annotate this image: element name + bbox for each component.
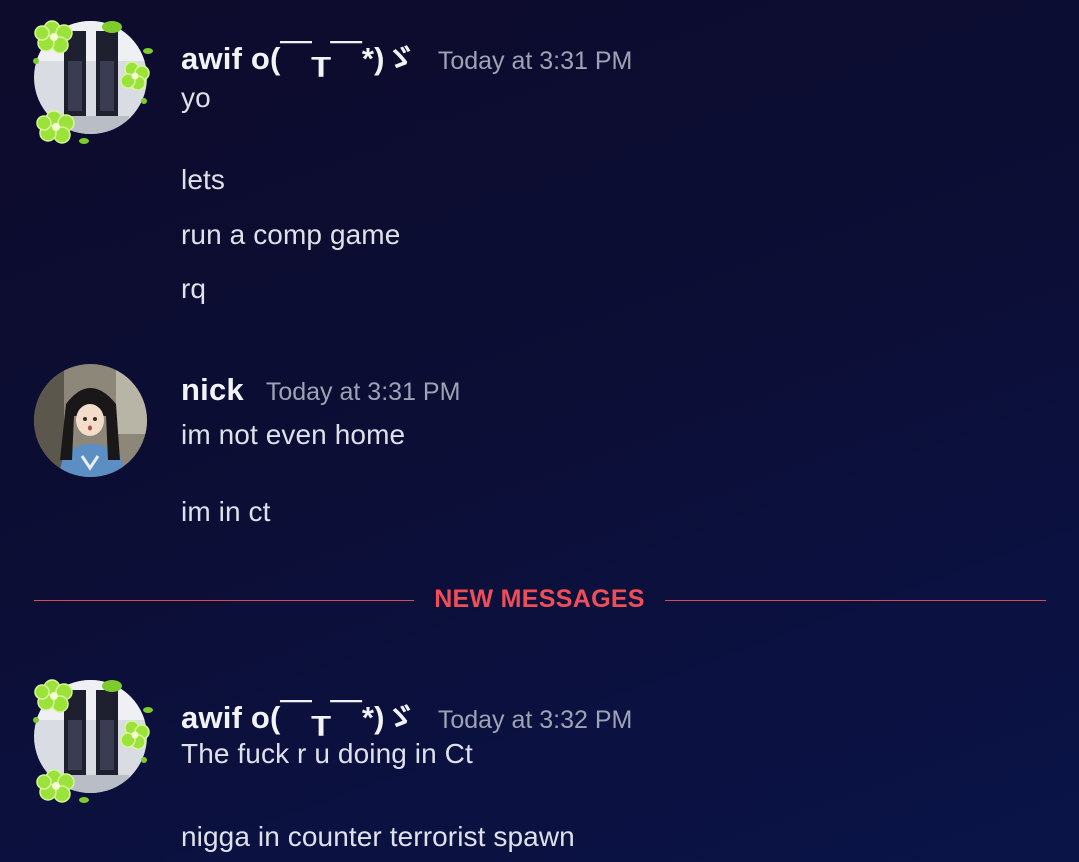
new-messages-divider: NEW MESSAGES bbox=[34, 580, 1046, 620]
username[interactable]: awif o(￣┰￣*)ゞ bbox=[181, 33, 416, 78]
message-group-awif-2: awif o(￣┰￣*)ゞ Today at 3:32 PM The fuck … bbox=[0, 650, 1079, 862]
message-text: run a comp game bbox=[181, 219, 401, 250]
message-text: im in ct bbox=[181, 496, 271, 527]
username[interactable]: nick bbox=[181, 372, 244, 408]
message-group-nick: nick Today at 3:31 PM im not even home i… bbox=[0, 340, 1079, 540]
message-header: awif o(￣┰￣*)ゞ Today at 3:32 PM bbox=[181, 692, 632, 737]
avatar[interactable] bbox=[34, 680, 147, 793]
timestamp[interactable]: Today at 3:32 PM bbox=[438, 706, 633, 735]
message-header: awif o(￣┰￣*)ゞ Today at 3:31 PM bbox=[181, 33, 632, 78]
message-text: nigga in counter terrorist spawn bbox=[181, 821, 575, 852]
timestamp[interactable]: Today at 3:31 PM bbox=[266, 378, 461, 407]
new-messages-label: NEW MESSAGES bbox=[434, 585, 645, 613]
message-text: yo bbox=[181, 82, 211, 113]
avatar[interactable] bbox=[34, 364, 147, 477]
divider-line-left bbox=[34, 600, 414, 601]
timestamp[interactable]: Today at 3:31 PM bbox=[438, 47, 633, 76]
message-text: rq bbox=[181, 273, 207, 304]
message-group-awif-1: awif o(￣┰￣*)ゞ Today at 3:31 PM yo lets r… bbox=[0, 0, 1079, 330]
avatar[interactable] bbox=[34, 21, 147, 134]
message-text: The fuck r u doing in Ct bbox=[181, 738, 473, 769]
message-header: nick Today at 3:31 PM bbox=[181, 372, 460, 408]
username[interactable]: awif o(￣┰￣*)ゞ bbox=[181, 692, 416, 737]
message-text: lets bbox=[181, 164, 225, 195]
message-text: im not even home bbox=[181, 419, 406, 450]
divider-line-right bbox=[665, 600, 1046, 601]
